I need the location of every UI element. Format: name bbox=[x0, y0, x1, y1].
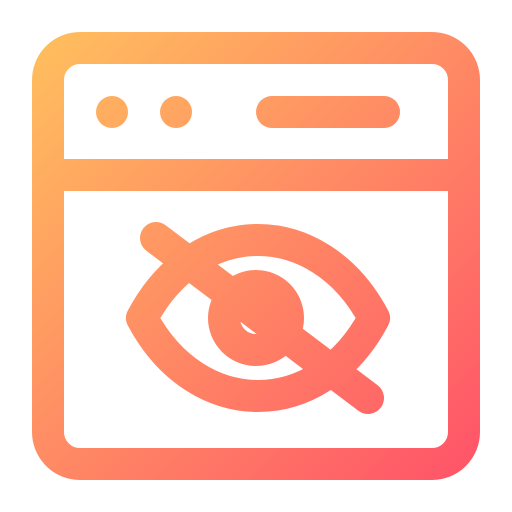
window-dot-2 bbox=[160, 96, 192, 128]
icon-canvas bbox=[0, 0, 512, 512]
hidden-browser-window-icon bbox=[32, 32, 480, 480]
window-dot-1 bbox=[96, 96, 128, 128]
